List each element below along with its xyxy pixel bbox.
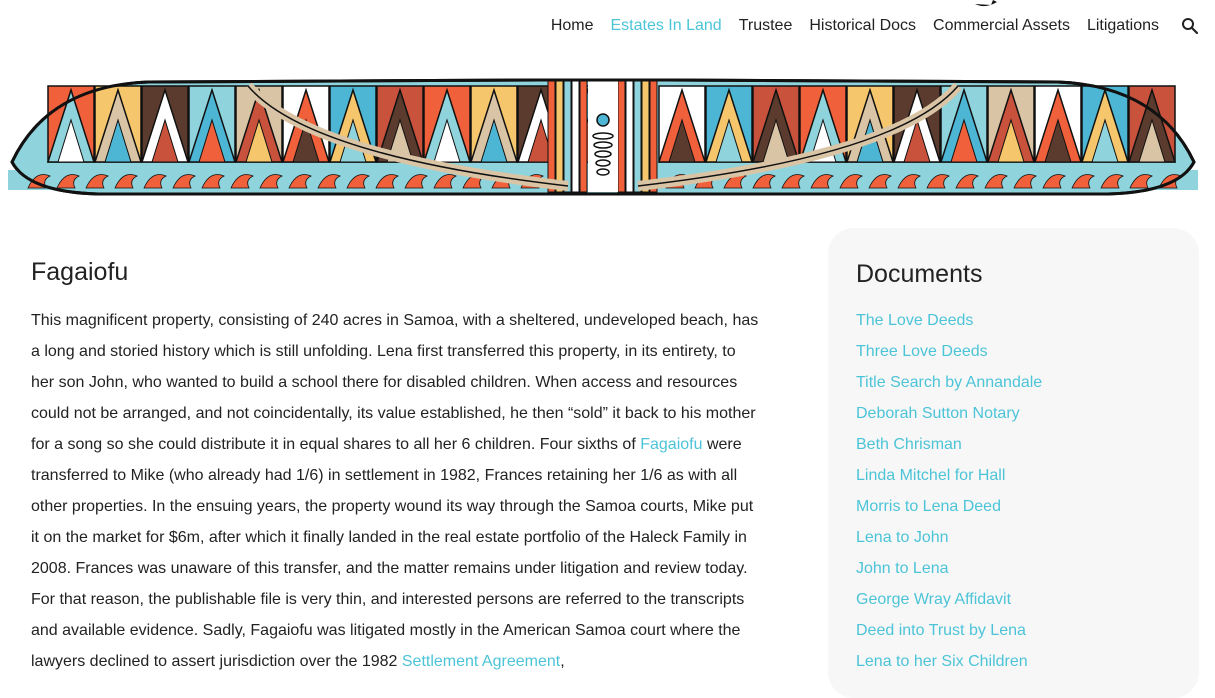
document-link[interactable]: Lena to John xyxy=(856,522,1042,553)
document-link[interactable]: Morris to Lena Deed xyxy=(856,491,1042,522)
document-link[interactable]: Deborah Sutton Notary xyxy=(856,398,1042,429)
document-link[interactable]: Linda Mitchel for Hall xyxy=(856,460,1042,491)
document-link[interactable]: George Wray Affidavit xyxy=(856,584,1042,615)
document-link[interactable]: John to Lena xyxy=(856,553,1042,584)
nav-item-historical-docs[interactable]: Historical Docs xyxy=(809,16,916,36)
documents-list: The Love Deeds Three Love Deeds Title Sear… xyxy=(856,305,1042,677)
nav-item-trustee[interactable]: Trustee xyxy=(739,16,793,36)
page-title: Fagaiofu xyxy=(31,258,129,286)
nav-item-commercial-assets[interactable]: Commercial Assets xyxy=(933,16,1070,36)
documents-sidebar: Documents The Love Deeds Three Love Deeds… xyxy=(828,228,1199,698)
article-body: This magnificent property, consisting of… xyxy=(31,305,761,677)
nav-item-estates-in-land[interactable]: Estates In Land xyxy=(611,16,722,36)
article-text-3: , xyxy=(560,653,565,670)
article-text-2: were transferred to Mike (who already ha… xyxy=(31,436,754,670)
main-content: Fagaiofu This magnificent property, cons… xyxy=(31,256,761,677)
article-text-1: This magnificent property, consisting of… xyxy=(31,312,759,453)
decorative-banner xyxy=(8,78,1198,196)
sidebar-title: Documents xyxy=(856,260,983,288)
top-navigation: Home Estates In Land Trustee Historical Doc… xyxy=(0,0,1215,56)
document-link[interactable]: Deed into Trust by Lena xyxy=(856,615,1042,646)
fagaiofu-link[interactable]: Fagaiofu xyxy=(640,436,702,453)
document-link[interactable]: Beth Chrisman xyxy=(856,429,1042,460)
nav-item-home[interactable]: Home xyxy=(551,16,594,36)
settlement-agreement-link[interactable]: Settlement Agreement xyxy=(402,653,560,670)
document-link[interactable]: Title Search by Annandale xyxy=(856,367,1042,398)
nav-menu: Home Estates In Land Trustee Historical Doc… xyxy=(534,16,1159,36)
document-link[interactable]: Three Love Deeds xyxy=(856,336,1042,367)
document-link[interactable]: The Love Deeds xyxy=(856,305,1042,336)
document-link[interactable]: Lena to her Six Children xyxy=(856,646,1042,677)
corner-decoration xyxy=(975,0,997,7)
nav-item-litigations[interactable]: Litigations xyxy=(1087,16,1159,36)
search-icon[interactable] xyxy=(1181,17,1199,35)
